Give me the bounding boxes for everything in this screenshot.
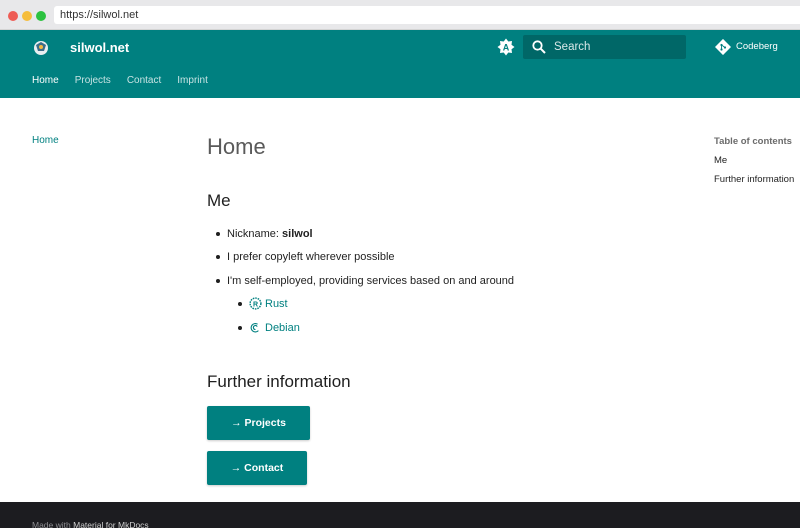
browser-toolbar: https://silwol.net bbox=[0, 0, 800, 30]
copyleft-text: I prefer copyleft wherever possible bbox=[227, 251, 395, 263]
toc-title: Table of contents bbox=[714, 136, 792, 147]
search-input[interactable]: Search bbox=[523, 35, 686, 59]
toc-item-me[interactable]: Me bbox=[714, 155, 794, 167]
projects-button[interactable]: → Projects bbox=[207, 406, 310, 440]
table-of-contents: Table of contents Me Further information bbox=[714, 136, 794, 193]
footer-credit: Made with Material for MkDocs bbox=[32, 519, 149, 528]
site-footer: Made with Material for MkDocs bbox=[0, 502, 800, 528]
contact-button[interactable]: → Contact bbox=[207, 451, 307, 485]
maximize-window-dot[interactable] bbox=[36, 11, 46, 21]
service-link-rust[interactable]: R Rust bbox=[238, 297, 309, 311]
toc-item-further-information[interactable]: Further information bbox=[714, 174, 794, 186]
bullet bbox=[216, 279, 220, 283]
site-header: silwol.net A Search Codeberg Home Projec… bbox=[0, 30, 800, 98]
tab-imprint[interactable]: Imprint bbox=[177, 74, 208, 88]
tab-contact[interactable]: Contact bbox=[127, 74, 161, 88]
nickname-value: silwol bbox=[282, 228, 313, 240]
list-item: I'm self-employed, providing services ba… bbox=[216, 274, 515, 288]
bullet bbox=[238, 326, 242, 330]
rust-icon: R bbox=[249, 297, 262, 310]
repository-label: Codeberg bbox=[736, 41, 778, 52]
tab-projects[interactable]: Projects bbox=[75, 74, 111, 88]
git-icon bbox=[715, 39, 731, 55]
services-text: I'm self-employed, providing services ba… bbox=[227, 275, 515, 287]
main-content: Home Me Nickname: silwol I prefer copyle… bbox=[207, 134, 677, 485]
footer-link[interactable]: Material for MkDocs bbox=[73, 520, 149, 528]
service-link-debian[interactable]: Debian bbox=[238, 321, 319, 335]
primary-sidebar: Home bbox=[32, 135, 59, 146]
close-window-dot[interactable] bbox=[8, 11, 18, 21]
sidebar-item-home[interactable]: Home bbox=[32, 135, 59, 146]
section-heading-further-information: Further information bbox=[207, 372, 351, 391]
list-item: Nickname: silwol bbox=[216, 227, 313, 241]
svg-text:A: A bbox=[503, 43, 510, 53]
debian-icon bbox=[250, 323, 259, 333]
address-bar[interactable]: https://silwol.net bbox=[54, 6, 800, 24]
footer-prefix: Made with bbox=[32, 520, 74, 528]
site-logo-icon[interactable] bbox=[32, 39, 50, 57]
bullet bbox=[216, 255, 220, 259]
section-heading-me: Me bbox=[207, 191, 231, 210]
search-placeholder: Search bbox=[554, 41, 591, 53]
service-label-debian: Debian bbox=[265, 322, 300, 334]
search-icon bbox=[532, 40, 546, 54]
list-item: I prefer copyleft wherever possible bbox=[216, 250, 395, 264]
bullet bbox=[238, 302, 242, 306]
bullet bbox=[216, 232, 220, 236]
minimize-window-dot[interactable] bbox=[22, 11, 32, 21]
tab-home[interactable]: Home bbox=[32, 74, 59, 88]
service-label-rust: Rust bbox=[265, 298, 288, 310]
page-title: Home bbox=[207, 134, 266, 159]
site-title[interactable]: silwol.net bbox=[70, 39, 129, 57]
navigation-tabs: Home Projects Contact Imprint bbox=[32, 74, 224, 88]
color-palette-toggle-icon[interactable]: A bbox=[497, 38, 515, 56]
svg-text:R: R bbox=[253, 301, 258, 308]
nickname-label: Nickname: bbox=[227, 228, 279, 240]
